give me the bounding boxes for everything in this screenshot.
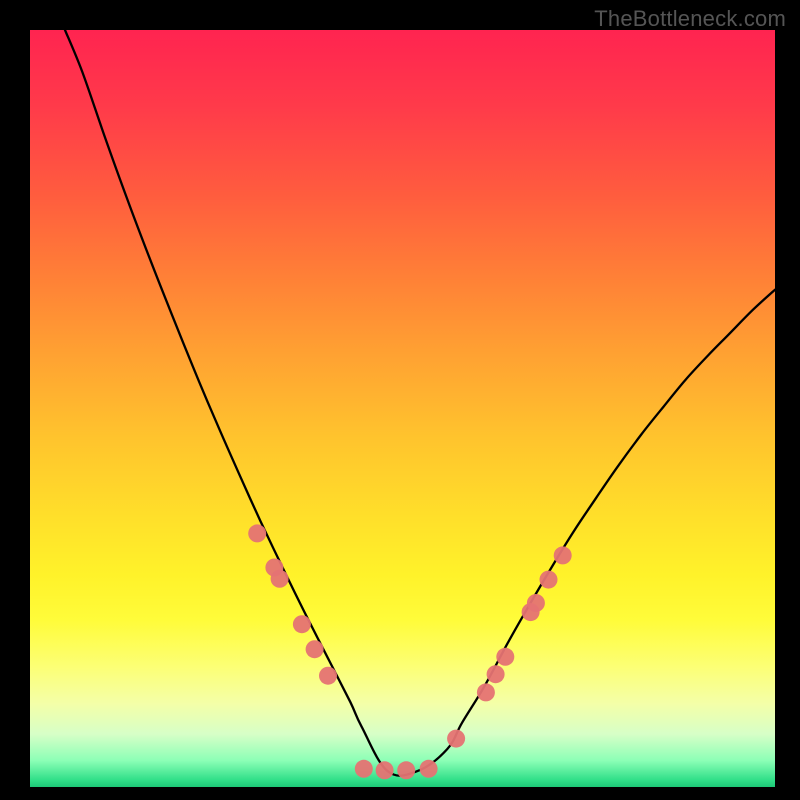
- marker-dot: [319, 667, 337, 685]
- bottleneck-curve-path: [65, 30, 775, 776]
- chart-svg-layer: [30, 30, 775, 787]
- marker-dot: [540, 571, 558, 589]
- marker-dot: [447, 730, 465, 748]
- marker-dot: [527, 594, 545, 612]
- marker-dot: [248, 524, 266, 542]
- marker-dot: [376, 761, 394, 779]
- marker-dot: [554, 546, 572, 564]
- marker-dot: [355, 760, 373, 778]
- marker-dot: [477, 683, 495, 701]
- marker-dot: [293, 615, 311, 633]
- chart-plot-area: [30, 30, 775, 787]
- marker-dot: [487, 665, 505, 683]
- marker-dot: [496, 648, 514, 666]
- marker-dot: [397, 761, 415, 779]
- marker-dot: [306, 640, 324, 658]
- watermark-text: TheBottleneck.com: [594, 6, 786, 32]
- marker-dot: [271, 570, 289, 588]
- marker-group: [248, 524, 572, 779]
- marker-dot: [420, 760, 438, 778]
